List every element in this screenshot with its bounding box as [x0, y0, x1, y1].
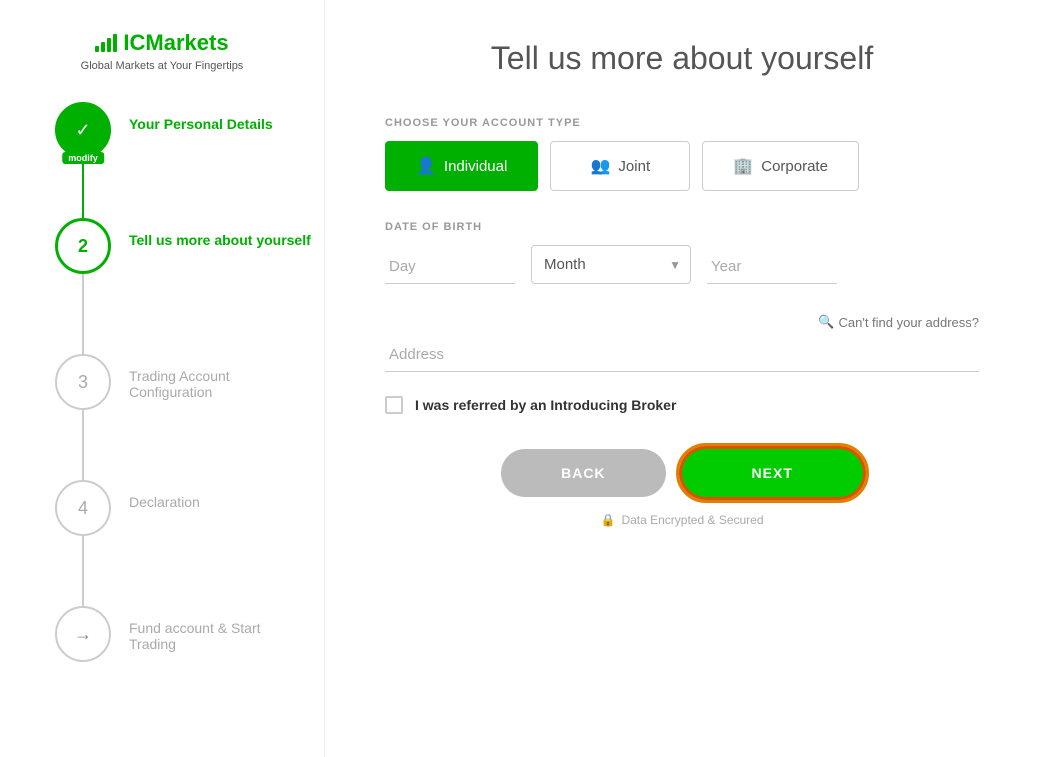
- step-1: ✓ modify Your Personal Details: [55, 102, 324, 218]
- joint-icon: 👥: [591, 156, 611, 176]
- step-2: 2 Tell us more about yourself: [55, 218, 324, 354]
- account-type-section: CHOOSE YOUR ACCOUNT TYPE 👤 Individual 👥 …: [385, 117, 979, 191]
- sidebar: ICMarkets Global Markets at Your Fingert…: [0, 0, 325, 757]
- step-2-content: Tell us more about yourself: [129, 218, 311, 248]
- step-2-label: Tell us more about yourself: [129, 232, 311, 248]
- main-content: Tell us more about yourself CHOOSE YOUR …: [325, 0, 1039, 757]
- address-section: 🔍 Can't find your address?: [385, 314, 979, 372]
- step-2-connector: [82, 274, 84, 354]
- logo-markets: Markets: [145, 30, 228, 55]
- broker-checkbox-row: I was referred by an Introducing Broker: [385, 396, 979, 414]
- logo-ic: IC: [123, 30, 145, 55]
- step-4-number: 4: [78, 498, 88, 519]
- step-1-label: Your Personal Details: [129, 116, 273, 132]
- next-button[interactable]: NEXT: [682, 449, 863, 497]
- logo-text: ICMarkets: [123, 30, 228, 56]
- security-row: 🔒 Data Encrypted & Secured: [385, 513, 979, 527]
- step-4-content: Declaration: [129, 480, 200, 510]
- step-5: → Fund account & StartTrading: [55, 606, 324, 662]
- step-1-circle: ✓ modify: [55, 102, 111, 158]
- year-input[interactable]: [707, 250, 837, 284]
- account-btn-corporate[interactable]: 🏢 Corporate: [702, 141, 859, 191]
- joint-label: Joint: [618, 158, 650, 175]
- modify-badge[interactable]: modify: [62, 152, 104, 164]
- day-input[interactable]: [385, 250, 515, 284]
- account-btn-joint[interactable]: 👥 Joint: [550, 141, 690, 191]
- step-4: 4 Declaration: [55, 480, 324, 606]
- step-3-number: 3: [78, 372, 88, 393]
- logo-area: ICMarkets Global Markets at Your Fingert…: [81, 30, 244, 72]
- cant-find-text: Can't find your address?: [838, 315, 979, 330]
- steps-container: ✓ modify Your Personal Details 2 Tell us…: [0, 102, 324, 662]
- dob-section: DATE OF BIRTH Month January February Mar…: [385, 221, 979, 284]
- broker-checkbox[interactable]: [385, 396, 403, 414]
- step-5-circle: →: [55, 606, 111, 662]
- page-title: Tell us more about yourself: [385, 40, 979, 77]
- month-field: Month January February March April May J…: [531, 245, 691, 284]
- corporate-icon: 🏢: [733, 156, 753, 176]
- logo-subtitle: Global Markets at Your Fingertips: [81, 60, 244, 72]
- step-5-content: Fund account & StartTrading: [129, 606, 261, 652]
- step-1-connector: [82, 158, 84, 218]
- step-3-content: Trading AccountConfiguration: [129, 354, 230, 400]
- back-button[interactable]: BACK: [501, 449, 665, 497]
- account-btn-individual[interactable]: 👤 Individual: [385, 141, 538, 191]
- step-2-number: 2: [78, 236, 88, 257]
- dob-row: Month January February March April May J…: [385, 245, 979, 284]
- day-field: [385, 250, 515, 284]
- step-3-label: Trading AccountConfiguration: [129, 368, 230, 400]
- broker-label: I was referred by an Introducing Broker: [415, 397, 676, 413]
- step-3-circle: 3: [55, 354, 111, 410]
- dob-label: DATE OF BIRTH: [385, 221, 979, 233]
- account-type-row: 👤 Individual 👥 Joint 🏢 Corporate: [385, 141, 979, 191]
- step-1-content: Your Personal Details: [129, 102, 273, 132]
- logo-bars-icon: [95, 34, 119, 52]
- checkmark-icon: ✓: [75, 120, 90, 141]
- account-type-label: CHOOSE YOUR ACCOUNT TYPE: [385, 117, 979, 129]
- individual-label: Individual: [444, 158, 507, 175]
- cant-find-link[interactable]: 🔍 Can't find your address?: [818, 314, 979, 330]
- address-input[interactable]: [385, 338, 979, 372]
- month-select[interactable]: Month January February March April May J…: [531, 245, 691, 284]
- lock-icon: 🔒: [600, 513, 615, 527]
- step-4-label: Declaration: [129, 494, 200, 510]
- step-2-circle: 2: [55, 218, 111, 274]
- step-5-label: Fund account & StartTrading: [129, 620, 261, 652]
- individual-icon: 👤: [416, 156, 436, 176]
- search-icon: 🔍: [818, 314, 834, 330]
- button-row: BACK NEXT: [385, 449, 979, 497]
- cant-find-row: 🔍 Can't find your address?: [385, 314, 979, 330]
- logo: ICMarkets: [95, 30, 228, 56]
- step-4-circle: 4: [55, 480, 111, 536]
- year-field: [707, 250, 837, 284]
- step-3-connector: [82, 410, 84, 480]
- arrow-icon: →: [74, 624, 92, 645]
- step-4-connector: [82, 536, 84, 606]
- corporate-label: Corporate: [761, 158, 828, 175]
- step-3: 3 Trading AccountConfiguration: [55, 354, 324, 480]
- security-label: Data Encrypted & Secured: [621, 513, 763, 527]
